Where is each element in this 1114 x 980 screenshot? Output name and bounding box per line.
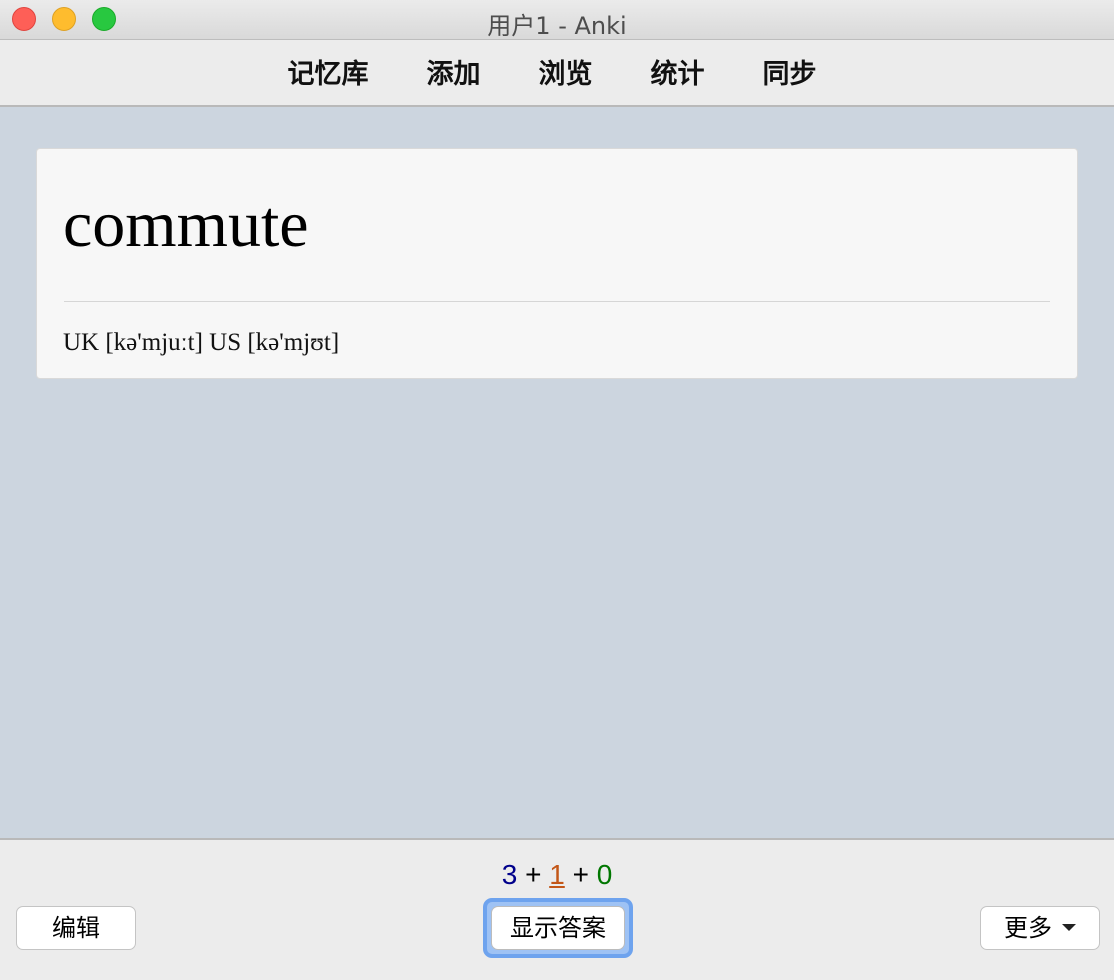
more-button[interactable]: 更多 bbox=[980, 906, 1100, 950]
due-counts: 3 + 1 + 0 bbox=[0, 859, 1114, 891]
toolbar-browse[interactable]: 浏览 bbox=[539, 52, 593, 91]
window-title: 用户1 - Anki bbox=[487, 12, 627, 40]
toolbar-stats[interactable]: 统计 bbox=[651, 52, 705, 91]
more-button-label: 更多 bbox=[1004, 914, 1052, 942]
flashcard: commute UK [kə'mjuːt] US [kə'mjʊt] bbox=[36, 148, 1078, 379]
toolbar-decks[interactable]: 记忆库 bbox=[288, 52, 369, 91]
count-separator: + bbox=[572, 859, 589, 890]
new-count: 3 bbox=[501, 859, 518, 890]
chevron-down-icon bbox=[1062, 923, 1076, 931]
count-separator: + bbox=[525, 859, 542, 890]
bottom-bar: 3 + 1 + 0 编辑 显示答案 更多 bbox=[0, 838, 1114, 980]
card-front-word: commute bbox=[63, 188, 309, 261]
review-count: 0 bbox=[596, 859, 613, 890]
main-toolbar: 记忆库 添加 浏览 统计 同步 bbox=[0, 40, 1114, 107]
toolbar-sync[interactable]: 同步 bbox=[763, 52, 817, 91]
show-answer-button[interactable]: 显示答案 bbox=[491, 906, 625, 950]
show-answer-focus-ring: 显示答案 bbox=[483, 898, 633, 958]
toolbar-add[interactable]: 添加 bbox=[427, 52, 481, 91]
card-divider bbox=[64, 301, 1050, 302]
card-pronunciation: UK [kə'mjuːt] US [kə'mjʊt] bbox=[63, 329, 340, 356]
title-bar: 用户1 - Anki bbox=[0, 0, 1114, 40]
edit-button[interactable]: 编辑 bbox=[16, 906, 136, 950]
learning-count: 1 bbox=[549, 859, 565, 890]
